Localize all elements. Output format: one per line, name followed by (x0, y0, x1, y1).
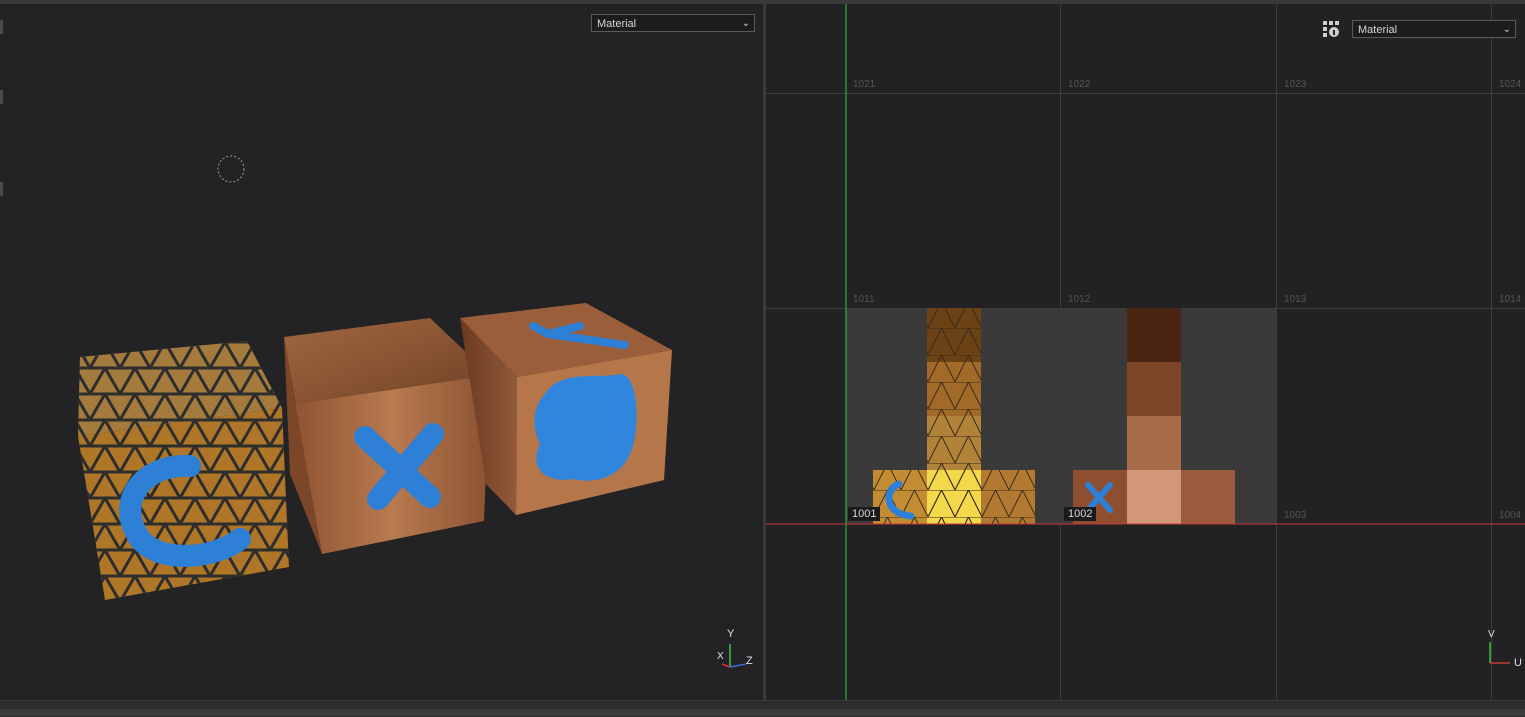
cube-blob-paint-blob (534, 374, 637, 481)
cube-c (78, 341, 289, 600)
axis-gizmo (721, 644, 747, 668)
gizmo-z-label: Z (746, 655, 753, 667)
gizmo-x-label: X (717, 651, 724, 662)
3d-viewport[interactable]: Material ⌄ Y X Z (0, 4, 763, 700)
scrollbar-track[interactable] (0, 709, 1525, 716)
3d-scene[interactable] (0, 4, 763, 700)
grid-settings-icon[interactable] (1322, 20, 1340, 38)
uv-islands[interactable] (766, 4, 1525, 700)
gizmo-y-label: Y (727, 628, 735, 640)
bottom-scrollbar[interactable] (0, 700, 1525, 717)
cube-blob (460, 303, 672, 515)
3d-cursor-icon (217, 155, 245, 183)
cube-x (284, 318, 490, 554)
udim-tile-tag: 1001 (848, 507, 881, 521)
udim-tile-tag: 1002 (1064, 507, 1097, 521)
uv-gizmo-v-label: V (1488, 629, 1495, 640)
uv-shading-value: Material (1358, 24, 1398, 36)
uv-editor[interactable]: 1021 1022 1023 1024 1011 1012 1013 1014 … (766, 4, 1525, 700)
chevron-down-icon: ⌄ (1502, 24, 1511, 35)
uv-gizmo-u-label: U (1514, 657, 1522, 669)
uv-shading-select[interactable]: Material ⌄ (1352, 20, 1516, 38)
